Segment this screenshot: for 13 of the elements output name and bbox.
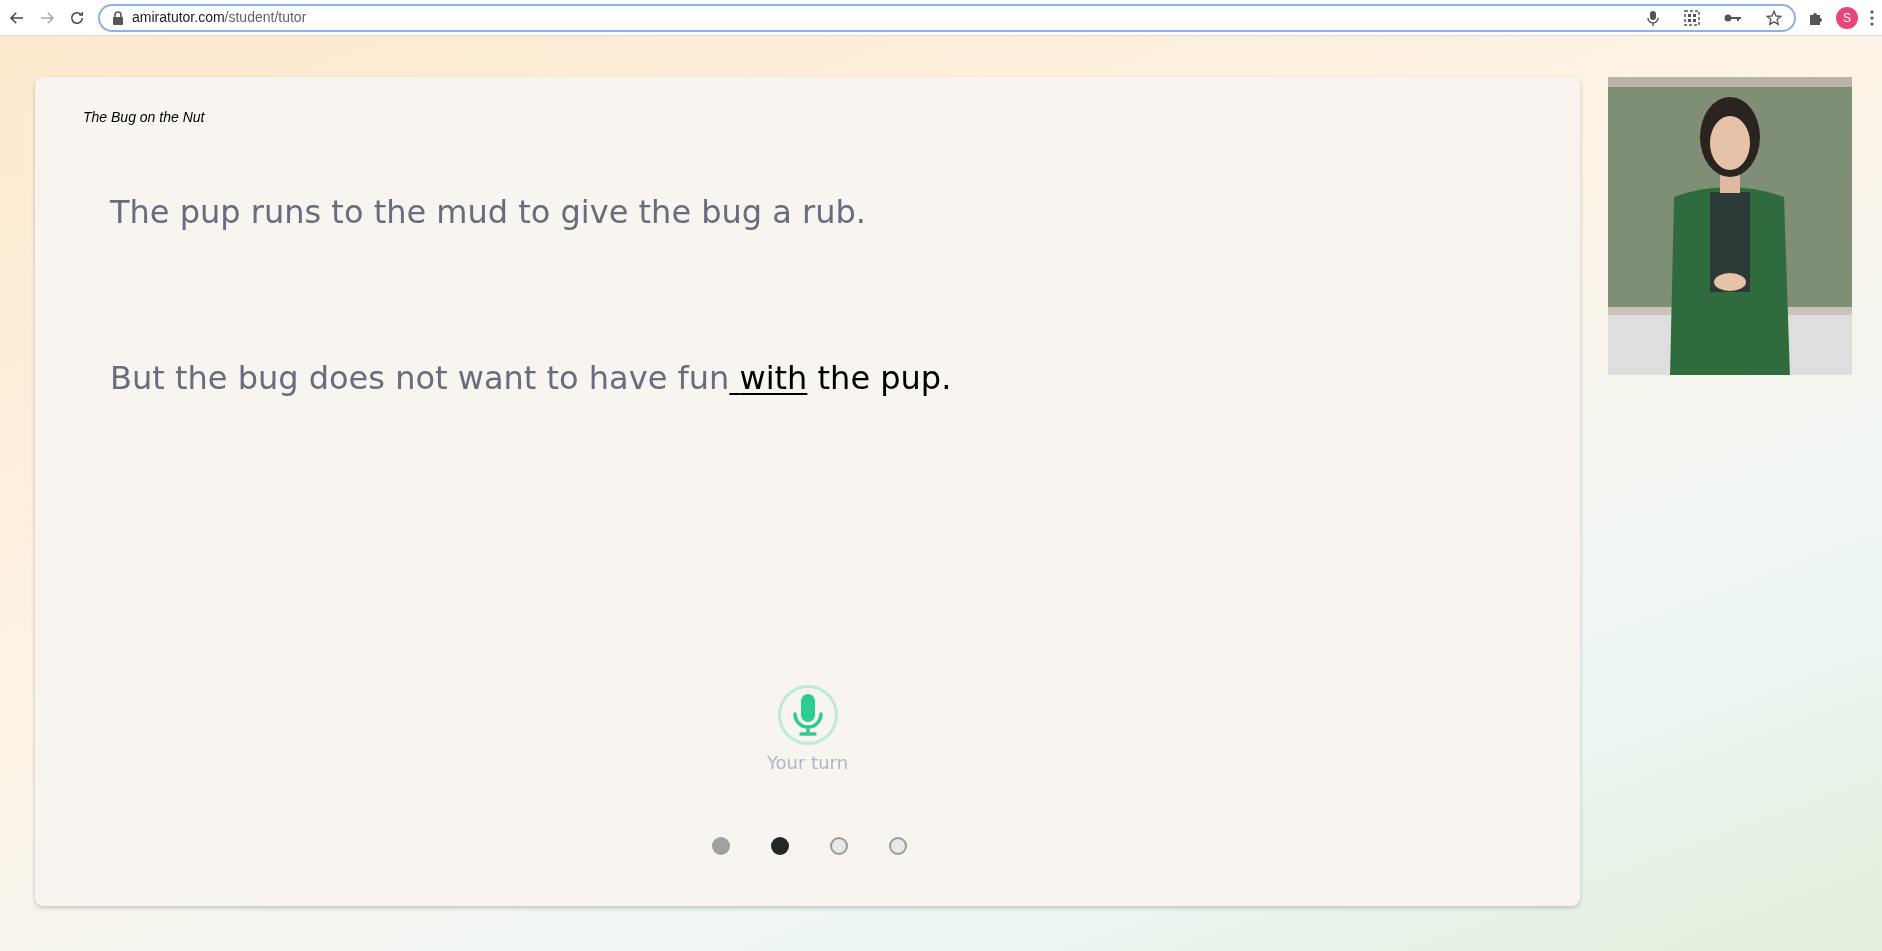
more-icon[interactable] <box>1870 9 1874 26</box>
story-sentence: The pup runs to the mud to give the bug a rub. <box>110 192 866 233</box>
url-text: amiratutor.com/student/tutor <box>132 8 307 27</box>
microphone-icon[interactable] <box>1646 9 1660 26</box>
profile-avatar[interactable]: S <box>1836 6 1858 29</box>
story-title: The Bug on the Nut <box>83 108 205 127</box>
star-icon[interactable] <box>1766 9 1782 26</box>
address-bar[interactable]: amiratutor.com/student/tutor <box>98 3 1796 32</box>
microphone-icon <box>792 694 823 736</box>
mic-label: Your turn <box>766 751 849 775</box>
grid-icon[interactable] <box>1684 9 1700 26</box>
lock-icon <box>112 10 124 25</box>
story-sentence: But the bug does not want to have fun with the pup. <box>110 358 952 399</box>
